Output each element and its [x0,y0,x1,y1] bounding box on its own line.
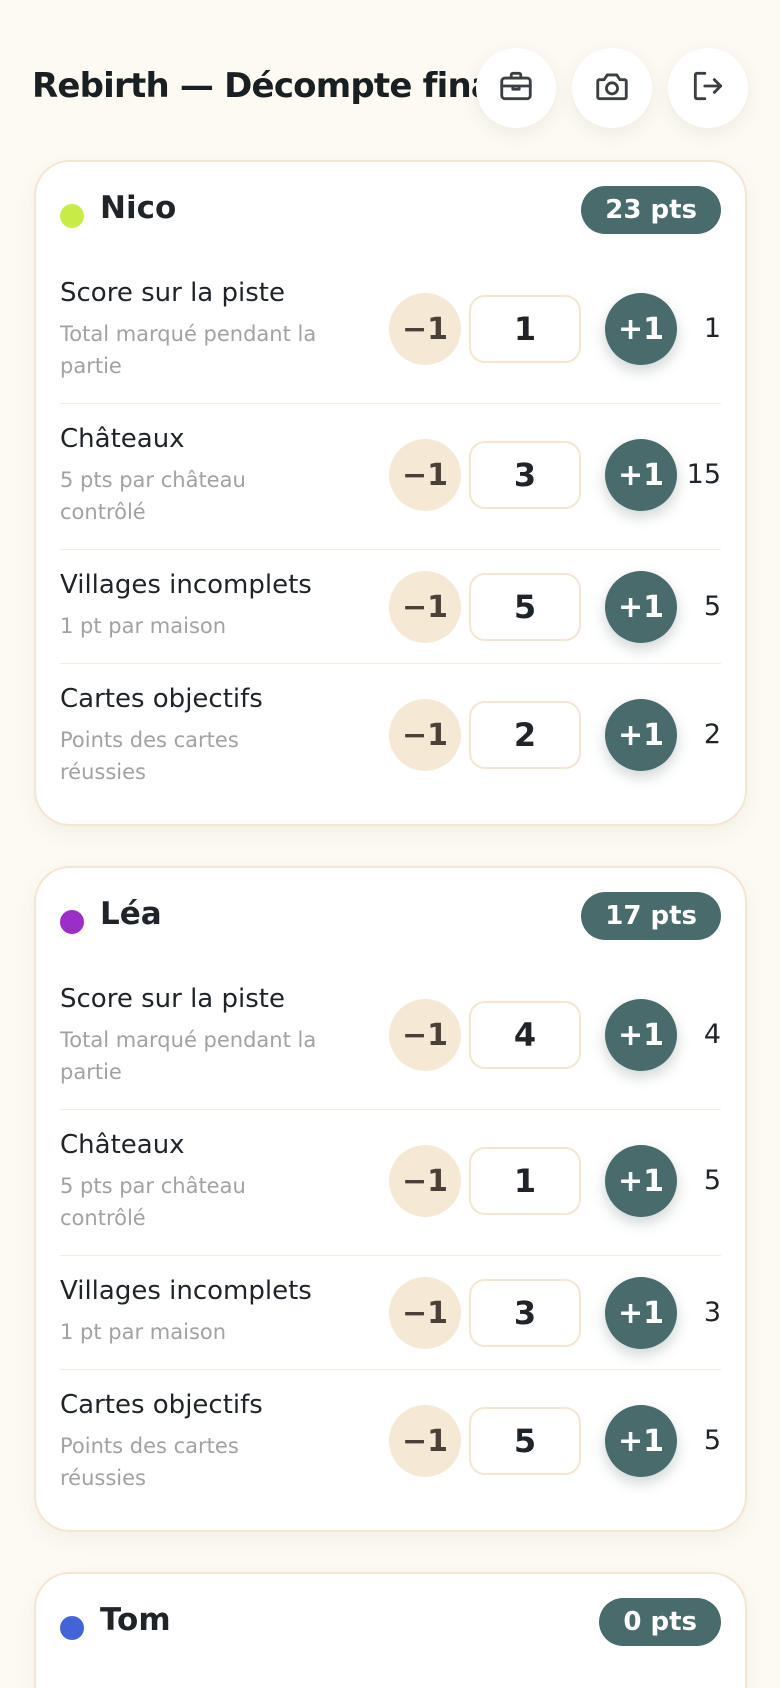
row-description: Total marqué pendant la partie [60,322,317,378]
count-input[interactable]: 3 [469,1279,581,1347]
player-color-dot [60,1616,84,1640]
count-input[interactable]: 2 [469,701,581,769]
row-label: Cartes objectifs [60,684,263,714]
player-card: Léa 17 pts Score sur la piste Total marq… [34,866,747,1532]
row-total: 4 [703,1019,721,1050]
player-color-dot [60,910,84,934]
camera-icon [593,67,631,109]
count-input[interactable]: 4 [469,1001,581,1069]
row-description: Points des cartes réussies [60,1434,239,1490]
row-total: 5 [703,1425,721,1456]
row-label: Cartes objectifs [60,1390,263,1420]
player-color-dot [60,204,84,228]
decrement-button[interactable]: −1 [389,699,461,771]
row-description: Total marqué pendant la partie [60,1028,317,1084]
page-title: Rebirth — Décompte final [32,66,505,106]
row-description: 5 pts par château contrôlé [60,468,246,524]
decrement-button[interactable]: −1 [389,1405,461,1477]
header: Rebirth — Décompte final [0,0,780,160]
logout-icon [689,67,727,109]
decrement-button[interactable]: −1 [389,1277,461,1349]
player-name: Nico [100,190,177,226]
player-header: Nico 23 pts [36,162,745,258]
score-row: Châteaux 5 pts par château contrôlé −1 1… [60,1110,721,1256]
row-description: 5 pts par château contrôlé [60,1174,246,1230]
player-header: Tom 0 pts [36,1574,745,1670]
count-input[interactable]: 5 [469,1407,581,1475]
row-label: Villages incomplets [60,1276,312,1306]
row-total: 5 [703,1165,721,1196]
row-description: 1 pt par maison [60,614,227,638]
row-label: Châteaux [60,1130,185,1160]
player-name: Léa [100,896,162,932]
row-label: Score sur la piste [60,278,285,308]
player-points-badge: 23 pts [581,186,721,234]
decrement-button[interactable]: −1 [389,999,461,1071]
score-row: Villages incomplets 1 pt par maison −1 3… [60,1256,721,1370]
row-label: Score sur la piste [60,984,285,1014]
decrement-button[interactable]: −1 [389,439,461,511]
decrement-button[interactable]: −1 [389,1145,461,1217]
row-total: 2 [703,719,721,750]
decrement-button[interactable]: −1 [389,293,461,365]
row-total: 15 [686,459,721,490]
count-input[interactable]: 5 [469,573,581,641]
decrement-button[interactable]: −1 [389,571,461,643]
briefcase-icon [497,67,535,109]
player-card: Tom 0 pts [34,1572,747,1688]
row-label: Villages incomplets [60,570,312,600]
row-description: Points des cartes réussies [60,728,239,784]
row-total: 1 [703,313,721,344]
score-row: Score sur la piste Total marqué pendant … [60,258,721,404]
player-card: Nico 23 pts Score sur la piste Total mar… [34,160,747,826]
logout-button[interactable] [668,48,748,128]
count-input[interactable]: 1 [469,295,581,363]
count-input[interactable]: 1 [469,1147,581,1215]
player-header: Léa 17 pts [36,868,745,964]
score-row: Score sur la piste Total marqué pendant … [60,964,721,1110]
camera-button[interactable] [572,48,652,128]
row-total: 5 [703,591,721,622]
row-total: 3 [703,1297,721,1328]
toolkit-button[interactable] [476,48,556,128]
score-row: Cartes objectifs Points des cartes réuss… [60,1370,721,1516]
player-points-badge: 17 pts [581,892,721,940]
count-input[interactable]: 3 [469,441,581,509]
score-row: Cartes objectifs Points des cartes réuss… [60,664,721,810]
player-name: Tom [100,1602,171,1638]
row-description: 1 pt par maison [60,1320,227,1344]
player-points-badge: 0 pts [599,1598,721,1646]
row-label: Châteaux [60,424,185,454]
score-row: Châteaux 5 pts par château contrôlé −1 3… [60,404,721,550]
score-row: Villages incomplets 1 pt par maison −1 5… [60,550,721,664]
